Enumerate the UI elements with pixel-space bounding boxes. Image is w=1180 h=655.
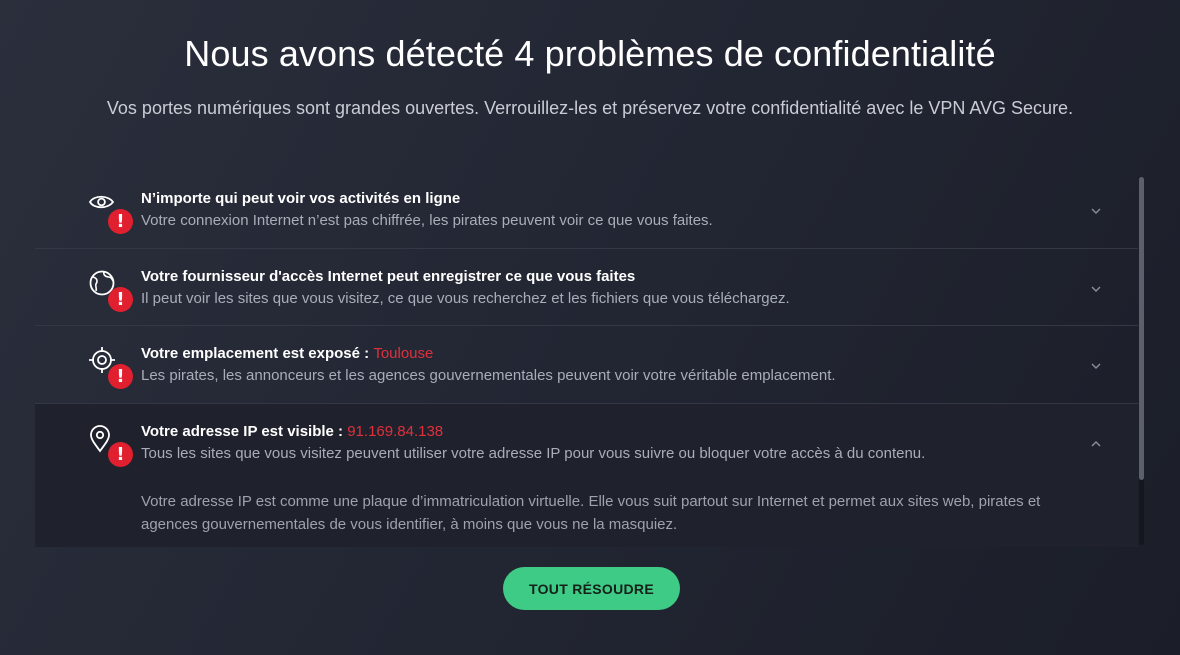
issue-description: Tous les sites que vous visitez peuvent … — [141, 444, 926, 462]
issue-icon-group: ! — [88, 269, 133, 313]
issue-item-ip-visible[interactable]: ! Votre adresse IP est visible : 91.169.… — [35, 403, 1138, 547]
page-title: Nous avons détecté 4 problèmes de confid… — [184, 33, 996, 74]
page-subtitle: Vos portes numériques sont grandes ouver… — [106, 98, 1074, 118]
chevron-up-icon[interactable] — [1089, 439, 1103, 449]
scrollbar-thumb[interactable] — [1139, 177, 1144, 480]
alert-icon: ! — [108, 441, 133, 467]
resolve-all-button[interactable]: TOUT RÉSOUDRE — [503, 567, 680, 610]
list-scrollbar[interactable] — [1139, 177, 1144, 545]
issue-item-location-exposed[interactable]: ! Votre emplacement est exposé : Toulous… — [35, 326, 1138, 404]
issues-list: ! N’importe qui peut voir vos activités … — [35, 171, 1138, 547]
issue-description: Les pirates, les annonceurs et les agenc… — [141, 367, 836, 384]
alert-icon: ! — [108, 364, 133, 389]
issue-icon-group: ! — [88, 191, 133, 235]
issue-description: Votre connexion Internet n’est pas chiff… — [141, 212, 713, 229]
issue-title: Votre emplacement est exposé : Toulouse — [141, 345, 434, 362]
location-value: Toulouse — [373, 345, 434, 362]
issue-icon-group: ! — [88, 346, 133, 390]
issue-item-online-activity[interactable]: ! N’importe qui peut voir vos activités … — [35, 171, 1138, 249]
chevron-down-icon[interactable] — [1089, 284, 1103, 294]
issue-icon-group: ! — [88, 424, 133, 468]
alert-icon: ! — [108, 209, 133, 234]
issue-title: Votre adresse IP est visible : 91.169.84… — [141, 422, 444, 440]
issue-detail-text: Votre adresse IP est comme une plaque d’… — [141, 492, 1041, 533]
chevron-down-icon[interactable] — [1089, 206, 1103, 216]
chevron-down-icon[interactable] — [1089, 361, 1103, 371]
alert-icon: ! — [108, 286, 133, 312]
issue-item-isp-logging[interactable]: ! Votre fournisseur d'accès Internet peu… — [35, 249, 1138, 326]
issue-title: N’importe qui peut voir vos activités en… — [141, 190, 461, 207]
issue-description: Il peut voir les sites que vous visitez,… — [141, 289, 790, 307]
issue-title: Votre fournisseur d'accès Internet peut … — [141, 267, 636, 285]
ip-address-value: 91.169.84.138 — [347, 422, 444, 440]
